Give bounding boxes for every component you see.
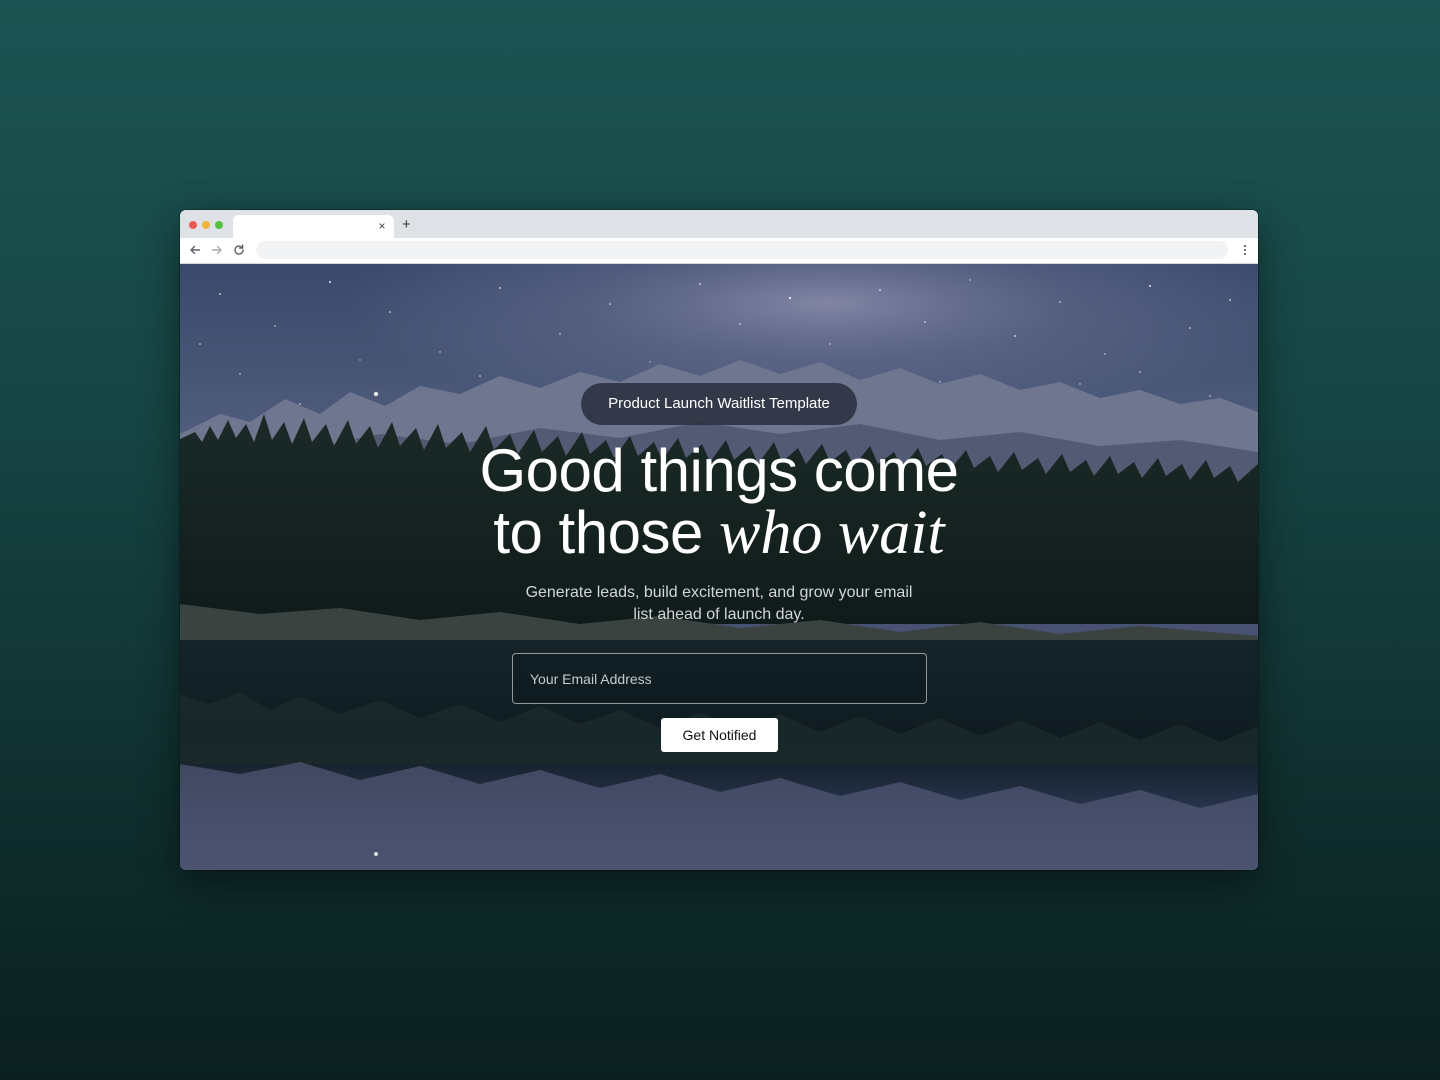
template-badge: Product Launch Waitlist Template (581, 383, 857, 425)
headline-italic-phrase: who wait (719, 499, 945, 567)
maximize-window-dot[interactable] (215, 221, 223, 229)
browser-tab[interactable]: × (233, 215, 394, 238)
minimize-window-dot[interactable] (202, 221, 210, 229)
browser-window: × + Product Launch Waitlist Template Goo… (180, 210, 1258, 870)
email-input[interactable] (512, 653, 927, 704)
tab-close-icon[interactable]: × (376, 218, 388, 234)
browser-toolbar (180, 238, 1258, 264)
headline-line-1: Good things come (479, 437, 959, 504)
back-arrow-icon[interactable] (187, 242, 203, 258)
reload-icon[interactable] (231, 242, 247, 258)
headline-line-2: to those (493, 499, 703, 566)
new-tab-icon[interactable]: + (402, 217, 411, 233)
address-bar[interactable] (256, 241, 1228, 259)
tab-strip: × + (180, 210, 1258, 238)
kebab-menu-icon[interactable] (1240, 243, 1250, 257)
hero-section: Product Launch Waitlist Template Good th… (180, 264, 1258, 870)
forward-arrow-icon[interactable] (209, 242, 225, 258)
hero-headline: Good things come to those who wait (180, 437, 1258, 567)
get-notified-button[interactable]: Get Notified (661, 718, 778, 752)
page-viewport: Product Launch Waitlist Template Good th… (180, 264, 1258, 870)
close-window-dot[interactable] (189, 221, 197, 229)
hero-subtitle: Generate leads, build excitement, and gr… (525, 584, 913, 623)
